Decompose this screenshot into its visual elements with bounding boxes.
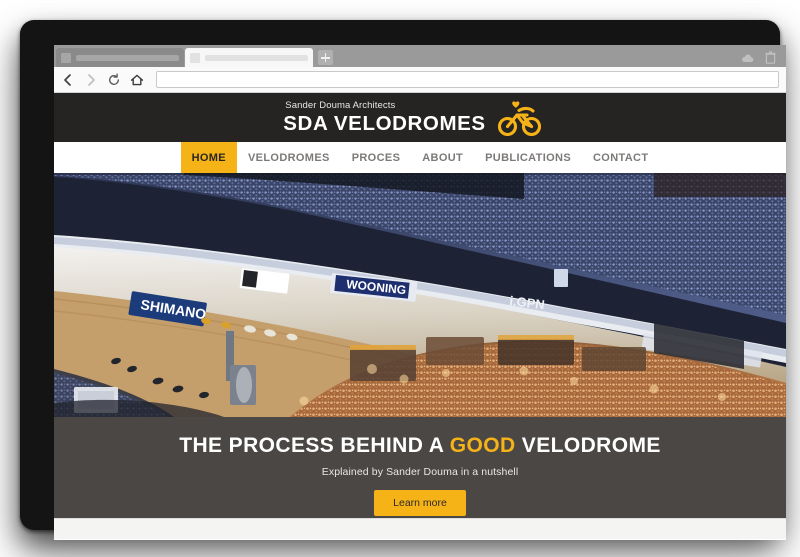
site-navigation: HOME VELODROMES PROCES ABOUT PUBLICATION… <box>54 142 786 173</box>
cloud-icon[interactable] <box>741 53 754 63</box>
nav-item-label: VELODROMES <box>247 151 330 164</box>
browser-window: Sander Douma Architects SDA VELODROMES H… <box>54 45 786 540</box>
brand-title: SDA VELODROMES <box>283 112 486 135</box>
forward-arrow-icon[interactable] <box>84 73 98 87</box>
new-tab-button[interactable] <box>318 50 333 65</box>
tab-favicon <box>61 52 71 63</box>
hero-heading: THE PROCESS BEHIND A GOOD VELODROME <box>54 434 786 458</box>
nav-item-label: PROCES <box>351 151 401 164</box>
nav-item-publications[interactable]: PUBLICATIONS <box>474 142 582 173</box>
nav-item-label: PUBLICATIONS <box>485 151 572 164</box>
nav-item-velodromes[interactable]: VELODROMES <box>237 142 341 173</box>
nav-item-label: HOME <box>191 151 226 164</box>
nav-item-contact[interactable]: CONTACT <box>582 142 659 173</box>
hero-heading-highlight: GOOD <box>449 434 516 457</box>
reload-icon[interactable] <box>107 73 121 87</box>
home-icon[interactable] <box>130 73 144 87</box>
trash-icon[interactable] <box>765 51 776 64</box>
brand-text: Sander Douma Architects SDA VELODROMES <box>283 100 485 135</box>
page-viewport: Sander Douma Architects SDA VELODROMES H… <box>54 93 786 539</box>
site-brand[interactable]: Sander Douma Architects SDA VELODROMES <box>283 98 542 138</box>
nav-item-home[interactable]: HOME <box>180 142 237 173</box>
hero-subheading: Explained by Sander Douma in a nutshell <box>321 466 519 478</box>
back-arrow-icon[interactable] <box>61 73 75 87</box>
nav-item-proces[interactable]: PROCES <box>341 142 412 173</box>
hero-image: SHIMANO WOONING i.GPN <box>54 173 786 417</box>
nav-item-label: CONTACT <box>593 151 649 164</box>
tab-title <box>76 54 179 61</box>
site-header: Sander Douma Architects SDA VELODROMES <box>54 93 786 142</box>
browser-tab-1[interactable] <box>56 48 184 67</box>
hero-caption: THE PROCESS BEHIND A GOOD VELODROME Expl… <box>54 417 786 518</box>
hero-heading-part2: VELODROME <box>515 434 661 457</box>
nav-item-label: ABOUT <box>422 151 464 164</box>
nav-item-about[interactable]: ABOUT <box>411 142 474 173</box>
device-frame: Sander Douma Architects SDA VELODROMES H… <box>20 20 786 540</box>
tab-favicon <box>190 52 200 63</box>
tab-strip-actions <box>741 51 786 67</box>
tab-title <box>205 54 308 61</box>
learn-more-button[interactable]: Learn more <box>374 490 466 516</box>
browser-tab-strip <box>54 45 786 67</box>
address-bar[interactable] <box>156 71 779 88</box>
hero-heading-part1: THE PROCESS BEHIND A <box>179 434 450 457</box>
page-bottom-strip <box>54 518 786 539</box>
cyclist-icon <box>497 98 543 138</box>
browser-toolbar <box>54 67 786 93</box>
browser-tab-2[interactable] <box>185 48 313 67</box>
brand-tagline: Sander Douma Architects <box>285 100 396 111</box>
